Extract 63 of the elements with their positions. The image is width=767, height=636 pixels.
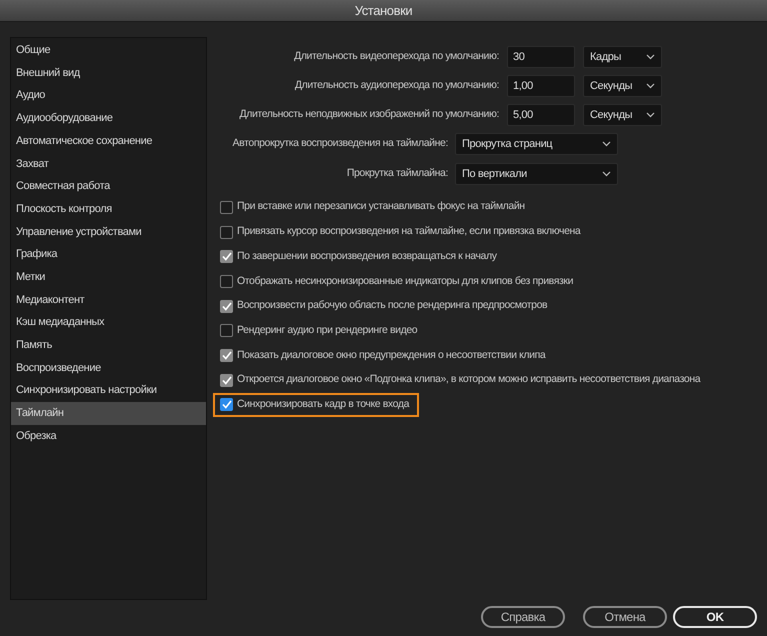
setting-label: Длительность аудиоперехода по умолчанию: [294, 78, 500, 94]
checkmark-icon [222, 376, 232, 385]
dialog-button[interactable]: OK [673, 606, 757, 628]
sidebar-item[interactable]: Общие [11, 39, 206, 62]
value-field[interactable]: 5,00 [507, 104, 575, 126]
checkbox[interactable] [220, 200, 233, 214]
checkbox-label: Показать диалоговое окно предупреждения о несоответствии клипа [237, 348, 546, 363]
dialog-button[interactable]: Справка [481, 606, 565, 628]
chevron-icon [602, 141, 611, 147]
sidebar-item[interactable]: Память [11, 334, 206, 357]
checkmark-icon [222, 252, 232, 262]
checkbox-label: Воспроизвести рабочую область после рендеринга предпросмотров [237, 298, 548, 314]
checkbox[interactable] [220, 374, 233, 387]
unit-dropdown[interactable]: Кадры [583, 46, 662, 68]
setting-label: Автопрокрутка воспроизведения на таймлайне: [232, 136, 449, 152]
chevron-icon [646, 83, 655, 89]
unit-dropdown[interactable]: Секунды [583, 104, 662, 126]
sidebar-item[interactable]: Медиаконтент [11, 288, 206, 312]
sidebar-item[interactable]: Захват [11, 152, 206, 176]
checkbox-label: Рендеринг аудио при рендеринге видео [237, 322, 418, 338]
sidebar-item[interactable]: Аудио [11, 84, 206, 108]
value-field[interactable]: 30 [507, 46, 575, 68]
checkbox-label: Отображать несинхронизированные индикаторы для клипов без привязки [237, 274, 574, 289]
dialog-button[interactable]: Отмена [583, 606, 667, 628]
window-title: Установки [354, 2, 412, 20]
checkbox-label: При вставке или перезаписи устанавливать фокус на таймлайн [237, 199, 525, 214]
sidebar-item[interactable]: Кэш медиаданных [11, 311, 206, 334]
setting-label: Длительность видеоперехода по умолчанию: [293, 49, 500, 64]
sidebar-item[interactable]: Управление устройствами [11, 220, 206, 244]
checkbox-label: По завершении воспроизведения возвращаться к началу [237, 248, 497, 264]
checkbox[interactable] [220, 226, 233, 239]
checkbox[interactable] [220, 324, 233, 338]
checkbox[interactable] [220, 398, 233, 412]
checkbox[interactable] [220, 348, 233, 362]
sidebar-item[interactable]: Внешний вид [11, 62, 206, 84]
chevron-icon [646, 54, 655, 60]
sidebar-item[interactable]: Плоскость контроля [11, 198, 206, 220]
sidebar-item[interactable]: Графика [11, 243, 206, 266]
checkmark-icon [222, 350, 232, 360]
checkbox[interactable] [220, 274, 233, 288]
setting-label: Длительность неподвижных изображений по умолчанию: [238, 107, 500, 122]
chevron-icon [602, 171, 611, 177]
checkbox-label: Привязать курсор воспроизведения на таймлайне, если привязка включена [237, 224, 580, 240]
checkbox[interactable] [220, 250, 233, 264]
chevron-icon [646, 112, 655, 118]
sidebar-item[interactable]: Синхронизировать настройки [11, 379, 206, 402]
sidebar-item[interactable]: Совместная работа [11, 175, 206, 198]
checkbox-label: Синхронизировать кадр в точке входа [237, 396, 410, 412]
sidebar-item[interactable]: Автоматическое сохранение [11, 130, 206, 152]
checkmark-icon [222, 302, 232, 311]
sidebar-item[interactable]: Аудиооборудование [11, 107, 206, 130]
dropdown[interactable]: По вертикали [455, 163, 618, 185]
sidebar-item[interactable]: Обрезка [11, 424, 206, 448]
sidebar-item[interactable]: Таймлайн [11, 402, 206, 425]
dropdown[interactable]: Прокрутка страниц [455, 133, 618, 155]
checkbox-label: Откроется диалоговое окно «Подгонка клипа», в котором можно исправить несоответствия диапазона [237, 372, 700, 388]
unit-dropdown[interactable]: Секунды [583, 75, 662, 97]
checkbox[interactable] [220, 300, 233, 313]
setting-label: Прокрутка таймлайна: [346, 166, 449, 182]
sidebar-item[interactable]: Воспроизведение [11, 356, 206, 380]
value-field[interactable]: 1,00 [507, 75, 575, 97]
sidebar-item[interactable]: Метки [11, 266, 206, 289]
checkmark-icon [222, 400, 232, 410]
